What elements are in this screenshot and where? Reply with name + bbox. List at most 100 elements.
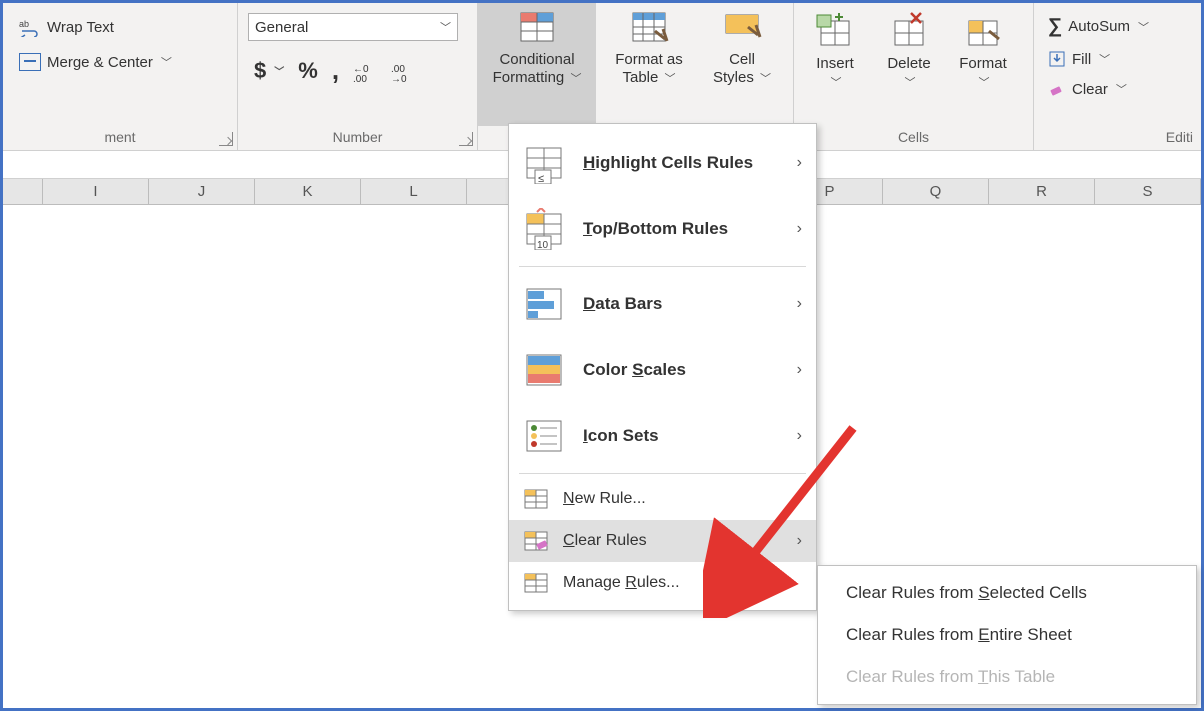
menu-color-scales[interactable]: Color Scales › [509, 337, 816, 403]
fill-down-icon [1048, 50, 1066, 68]
clear-button[interactable]: Clear ﹀ [1042, 76, 1193, 102]
chevron-right-icon: › [797, 427, 802, 445]
submenu-clear-table: Clear Rules from This Table [818, 656, 1196, 698]
cell-styles-button[interactable]: Cell Styles ﹀ [702, 3, 782, 126]
chevron-right-icon: › [797, 154, 802, 172]
cells-group-label: Cells [800, 126, 1027, 150]
insert-cells-icon [815, 11, 855, 51]
submenu-clear-sheet[interactable]: Clear Rules from Entire Sheet [818, 614, 1196, 656]
svg-text:≤: ≤ [538, 173, 544, 184]
select-all-corner[interactable] [3, 179, 43, 204]
merge-center-button[interactable]: Merge & Center ﹀ [13, 49, 227, 75]
accounting-format-button[interactable]: $﹀ [248, 54, 290, 88]
chevron-down-icon: ﹀ [440, 19, 451, 35]
delete-cells-icon [889, 11, 929, 51]
menu-label: Clear Rules [563, 532, 647, 550]
clear-rules-icon [523, 528, 549, 554]
clear-rules-submenu: Clear Rules from Selected Cells Clear Ru… [817, 565, 1197, 705]
chevron-down-icon: ﹀ [665, 73, 676, 85]
highlight-cells-icon: ≤ [523, 142, 565, 184]
cells-group: Insert﹀ Delete﹀ Forma [794, 3, 1034, 150]
menu-icon-sets[interactable]: Icon Sets › [509, 403, 816, 469]
format-button[interactable]: Format ﹀ [948, 7, 1018, 126]
number-dialog-launcher[interactable] [459, 132, 473, 146]
menu-data-bars[interactable]: Data Bars › [509, 271, 816, 337]
clear-label: Clear [1072, 81, 1108, 98]
conditional-formatting-button[interactable]: Conditional Formatting ﹀ [478, 3, 596, 126]
chevron-down-icon: ﹀ [274, 63, 284, 78]
alignment-dialog-launcher[interactable] [219, 132, 233, 146]
chevron-down-icon: ﹀ [978, 77, 989, 89]
column-header[interactable]: I [43, 179, 149, 204]
submenu-clear-selected[interactable]: Clear Rules from Selected Cells [818, 572, 1196, 614]
fill-button[interactable]: Fill ﹀ [1042, 46, 1193, 72]
menu-label: Highlight Cells Rules [583, 153, 753, 173]
conditional-formatting-icon [517, 7, 557, 47]
wrap-text-label: Wrap Text [47, 19, 114, 36]
increase-decimal-button[interactable]: ←0.00 [347, 56, 383, 86]
color-scales-icon [523, 349, 565, 391]
number-format-combo[interactable]: General ﹀ [248, 13, 458, 41]
svg-text:ab: ab [19, 19, 29, 29]
chevron-down-icon: ﹀ [570, 73, 581, 85]
chevron-down-icon: ﹀ [1116, 81, 1127, 97]
wrap-text-icon: ab [19, 17, 41, 37]
column-header[interactable]: L [361, 179, 467, 204]
alignment-group: ab Wrap Text Merge & Center ﹀ ment [3, 3, 238, 150]
column-header[interactable]: K [255, 179, 361, 204]
chevron-down-icon: ﹀ [760, 73, 771, 85]
editing-group: ∑ AutoSum ﹀ Fill ﹀ Clear ﹀ Editi [1034, 3, 1201, 150]
chevron-right-icon: › [797, 295, 802, 313]
new-rule-icon [523, 486, 549, 512]
conditional-formatting-label: Conditional Formatting [493, 51, 575, 86]
column-header[interactable]: Q [883, 179, 989, 204]
alignment-group-label: ment [9, 126, 231, 150]
autosum-button[interactable]: ∑ AutoSum ﹀ [1042, 11, 1193, 42]
menu-label: Manage Rules... [563, 574, 680, 592]
delete-label: Delete [887, 55, 930, 72]
menu-label: New Rule... [563, 490, 646, 508]
delete-button[interactable]: Delete ﹀ [874, 7, 944, 126]
menu-separator [519, 266, 806, 267]
menu-new-rule[interactable]: New Rule... [509, 478, 816, 520]
chevron-down-icon: ﹀ [830, 77, 841, 89]
svg-text:→0: →0 [391, 74, 407, 82]
percent-format-button[interactable]: % [292, 54, 324, 88]
increase-decimal-icon: ←0.00 [353, 60, 377, 82]
decrease-decimal-button[interactable]: .00→0 [385, 56, 421, 86]
insert-button[interactable]: Insert ﹀ [800, 7, 870, 126]
fill-label: Fill [1072, 51, 1091, 68]
number-format-value: General [255, 19, 308, 36]
menu-label: Data Bars [583, 294, 662, 314]
conditional-formatting-menu: ≤ Highlight Cells Rules › 10 Top/Bottom … [508, 123, 817, 611]
icon-sets-icon [523, 415, 565, 457]
manage-rules-icon [523, 570, 549, 596]
number-group: General ﹀ $﹀ % , ←0.00 .00→0 Number [238, 3, 478, 150]
menu-label: Icon Sets [583, 426, 659, 446]
chevron-right-icon: › [797, 220, 802, 238]
chevron-down-icon: ﹀ [1138, 19, 1149, 35]
insert-label: Insert [816, 55, 854, 72]
chevron-right-icon: › [797, 361, 802, 379]
svg-text:10: 10 [537, 240, 549, 250]
svg-text:.00: .00 [353, 74, 367, 82]
column-header[interactable]: J [149, 179, 255, 204]
menu-highlight-cells-rules[interactable]: ≤ Highlight Cells Rules › [509, 130, 816, 196]
chevron-down-icon: ﹀ [161, 54, 172, 70]
menu-clear-rules[interactable]: Clear Rules › [509, 520, 816, 562]
eraser-icon [1048, 80, 1066, 98]
menu-manage-rules[interactable]: Manage Rules... [509, 562, 816, 604]
menu-label: Color Scales [583, 360, 686, 380]
comma-format-button[interactable]: , [326, 51, 345, 90]
wrap-text-button[interactable]: ab Wrap Text [13, 13, 227, 41]
column-header[interactable]: R [989, 179, 1095, 204]
format-label: Format [959, 55, 1007, 72]
format-cells-icon [963, 11, 1003, 51]
menu-label: Top/Bottom Rules [583, 219, 728, 239]
menu-top-bottom-rules[interactable]: 10 Top/Bottom Rules › [509, 196, 816, 262]
menu-separator [519, 473, 806, 474]
format-as-table-button[interactable]: Format as Table ﹀ [600, 3, 698, 126]
chevron-down-icon: ﹀ [1099, 51, 1110, 67]
chevron-down-icon: ﹀ [904, 77, 915, 89]
column-header[interactable]: S [1095, 179, 1201, 204]
